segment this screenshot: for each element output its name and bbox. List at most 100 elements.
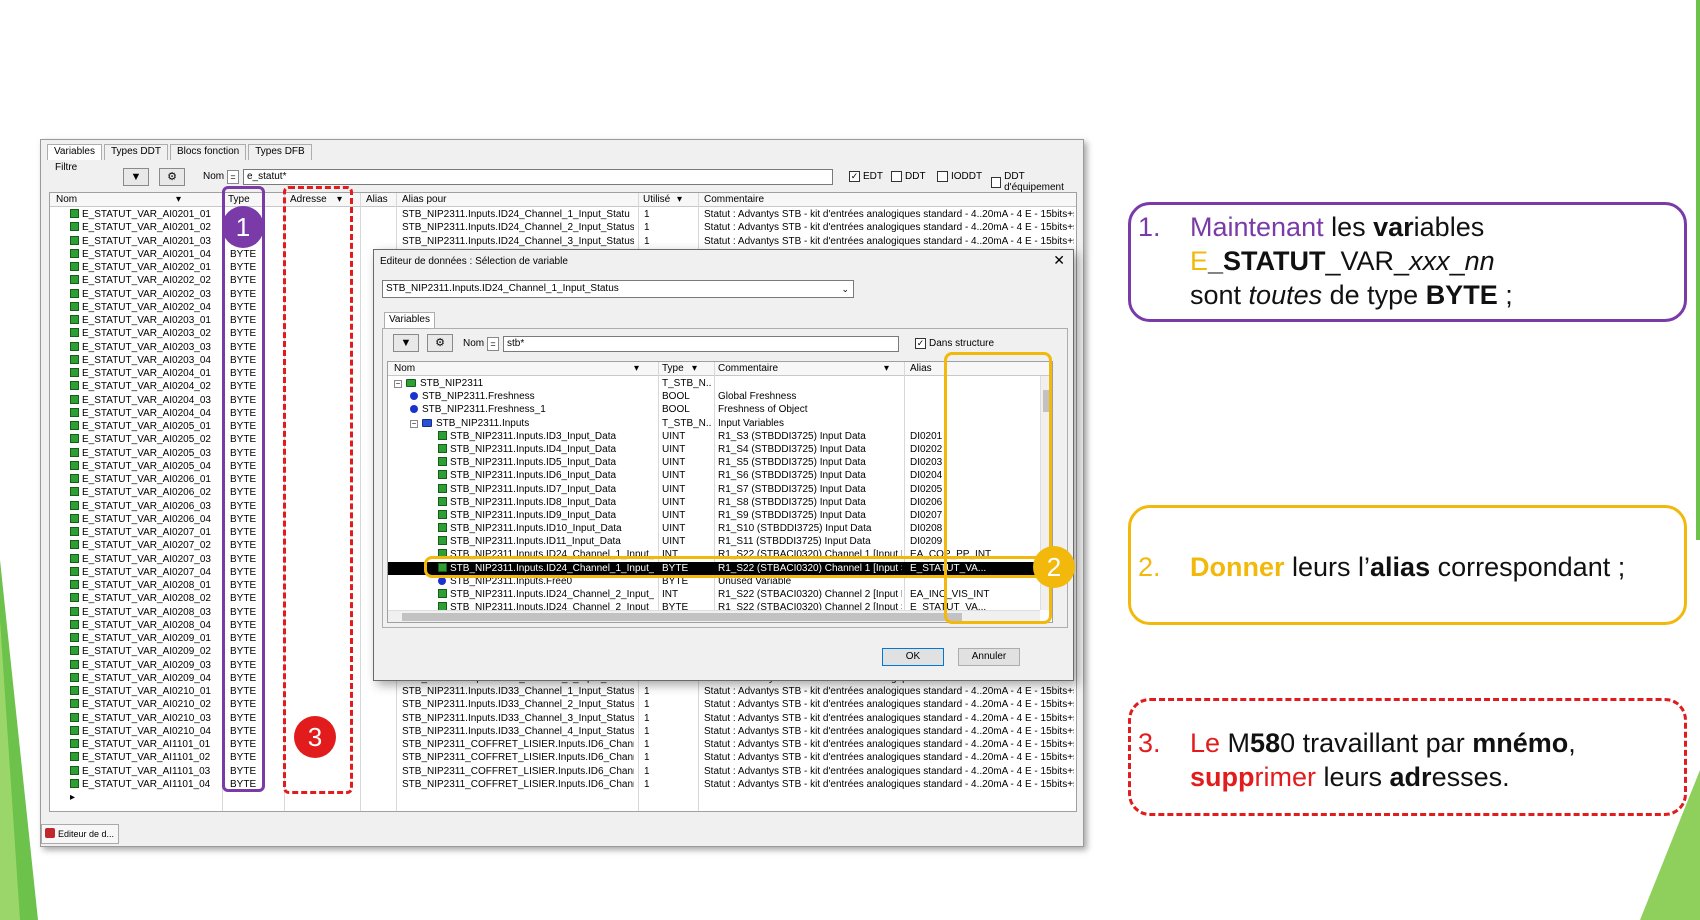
table-row[interactable]: E_STATUT_VAR_AI0201_03BYTESTB_NIP2311.In… (50, 235, 1076, 248)
close-icon[interactable]: ✕ (1053, 252, 1065, 269)
dcol-type-sort-icon[interactable]: ▾ (692, 363, 697, 374)
filter-funnel-button[interactable]: ▼ (123, 168, 149, 186)
chevron-down-icon[interactable]: ⌄ (841, 281, 849, 297)
dcol-nom-sort-icon[interactable]: ▾ (634, 363, 639, 374)
dialog-filter-options-button[interactable]: ⚙ (427, 334, 453, 352)
variable-icon (70, 301, 79, 311)
dialog-row[interactable]: STB_NIP2311.Inputs.ID24_Channel_2_Input_… (388, 588, 1040, 601)
dialog-row[interactable]: STB_NIP2311.Inputs.ID9_Input_Data UINT R1_… (388, 509, 1040, 522)
table-row[interactable]: E_STATUT_VAR_AI0201_02BYTESTB_NIP2311.In… (50, 221, 1076, 234)
dcell-commentaire: Freshness of Object (718, 404, 808, 416)
variable-icon (70, 248, 79, 258)
tab-types-ddt[interactable]: Types DDT (103, 144, 168, 160)
horizontal-scroll-thumb[interactable] (402, 613, 962, 621)
dialog-row[interactable]: STB_NIP2311.Inputs.ID5_Input_Data UINT R1_… (388, 456, 1040, 469)
col-commentaire[interactable]: Commentaire (704, 194, 764, 205)
variable-icon (70, 606, 79, 616)
table-row[interactable]: E_STATUT_VAR_AI1101_04 BYTE STB_NIP2311_CO… (50, 778, 1076, 791)
ok-button[interactable]: OK (882, 648, 944, 666)
dialog-row[interactable]: − STB_NIP2311.Inputs T_STB_N... Input Varia… (388, 417, 1040, 430)
dialog-row[interactable]: STB_NIP2311.Inputs.ID8_Input_Data UINT R1_… (388, 496, 1040, 509)
dialog-equals-operator[interactable]: = (487, 337, 499, 351)
note-3-number: 3. (1138, 728, 1161, 758)
cell-nom: E_STATUT_VAR_AI0210_03 (70, 712, 220, 725)
checkbox-ddt-equipement-box[interactable] (991, 176, 1002, 188)
table-row[interactable]: E_STATUT_VAR_AI0210_04 BYTE STB_NIP2311.In… (50, 725, 1076, 738)
cancel-button[interactable]: Annuler (958, 648, 1020, 666)
table-row[interactable]: E_STATUT_VAR_AI1101_01 BYTE STB_NIP2311_CO… (50, 738, 1076, 751)
dialog-filter-funnel-button[interactable]: ▼ (393, 334, 419, 352)
dcol-type[interactable]: Type (662, 363, 684, 374)
checkbox-edt[interactable]: ✓ EDT (849, 171, 883, 182)
cell-nom-text: E_STATUT_VAR_AI0203_01 (82, 315, 211, 326)
new-row-marker[interactable]: ▸ (50, 791, 1076, 804)
dcell-type: UINT (662, 509, 686, 521)
filter-options-button[interactable]: ⚙ (159, 168, 185, 186)
name-filter-input[interactable]: e_statut* (243, 169, 833, 185)
collapse-icon[interactable]: − (410, 419, 418, 428)
tab-blocs-fonction[interactable]: Blocs fonction (169, 144, 247, 160)
dcell-nom: − STB_NIP2311.Inputs (410, 417, 654, 430)
tab-variables[interactable]: Variables (47, 144, 102, 160)
checkbox-ddt-box[interactable] (891, 171, 902, 182)
dialog-title: Editeur de données : Sélection de variab… (380, 256, 568, 267)
dialog-row[interactable]: STB_NIP2311.Inputs.ID3_Input_Data UINT R1_… (388, 430, 1040, 443)
cell-nom: E_STATUT_VAR_AI0208_03 (70, 606, 220, 619)
cell-nom-text: E_STATUT_VAR_AI0206_01 (82, 474, 211, 485)
cell-nom: E_STATUT_VAR_AI0206_02 (70, 486, 220, 499)
type-column-highlight (222, 186, 265, 792)
selected-variable-combo[interactable]: STB_NIP2311.Inputs.ID24_Channel_1_Input_… (382, 280, 854, 298)
cell-nom: E_STATUT_VAR_AI0209_04 (70, 672, 220, 685)
collapse-icon[interactable]: − (394, 380, 402, 388)
col-nom-sort-icon[interactable]: ▾ (176, 194, 181, 205)
table-row[interactable]: E_STATUT_VAR_AI0210_01 BYTE STB_NIP2311.In… (50, 685, 1076, 698)
checkbox-ddt-equipement[interactable]: DDT d'équipement (991, 171, 1079, 193)
table-row[interactable]: E_STATUT_VAR_AI0201_01BYTESTB_NIP2311.In… (50, 208, 1076, 221)
dialog-row[interactable]: STB_NIP2311.Freshness_1 BOOL Freshness of … (388, 403, 1040, 416)
dialog-row[interactable]: STB_NIP2311.Inputs.ID11_Input_Data UINT R1… (388, 535, 1040, 548)
checkbox-edt-box[interactable]: ✓ (849, 171, 860, 182)
table-row[interactable]: E_STATUT_VAR_AI0210_03 BYTE STB_NIP2311.In… (50, 712, 1076, 725)
dialog-horizontal-scrollbar[interactable] (388, 610, 1040, 622)
dialog-name-filter-input[interactable]: stb* (503, 336, 899, 352)
checkbox-ddt[interactable]: DDT (891, 171, 926, 182)
status-tab-data-editor[interactable]: Editeur de d... (41, 824, 119, 844)
dcell-commentaire: R1_S6 (STBDDI3725) Input Data (718, 470, 866, 482)
cell-nom: E_STATUT_VAR_AI0201_01 (70, 208, 220, 221)
cell-nom-text: E_STATUT_VAR_AI0201_04 (82, 248, 211, 260)
dialog-row[interactable]: STB_NIP2311.Inputs.ID6_Input_Data UINT R1_… (388, 469, 1040, 482)
cell-nom-text: E_STATUT_VAR_AI0209_01 (82, 633, 211, 644)
dcol-alias[interactable]: Alias (910, 363, 932, 374)
col-utilise-sort-icon[interactable]: ▾ (677, 194, 682, 205)
dcol-nom[interactable]: Nom (394, 363, 415, 374)
col-alias-pour[interactable]: Alias pour (402, 194, 446, 205)
equals-operator[interactable]: = (227, 170, 239, 184)
dialog-row[interactable]: STB_NIP2311.Inputs.ID7_Input_Data UINT R1_… (388, 483, 1040, 496)
note-3: 3. Le M580 travaillant par mnémo, suppri… (1138, 726, 1678, 806)
col-nom[interactable]: Nom (56, 194, 77, 205)
dcell-nom-text: STB_NIP2311.Inputs.ID7_Input_Data (450, 483, 617, 495)
checkbox-dans-structure-box[interactable]: ✓ (915, 338, 926, 349)
checkbox-dans-structure[interactable]: ✓ Dans structure (915, 338, 994, 349)
dialog-row[interactable]: − STB_NIP2311 T_STB_N... (388, 377, 1040, 390)
cell-nom: E_STATUT_VAR_AI0208_02 (70, 592, 220, 605)
dialog-row[interactable]: STB_NIP2311.Inputs.ID4_Input_Data UINT R1_… (388, 443, 1040, 456)
dcell-commentaire: R1_S8 (STBDDI3725) Input Data (718, 496, 866, 508)
dialog-row[interactable]: STB_NIP2311.Freshness BOOL Global Freshnes… (388, 390, 1040, 403)
cell-alias-pour: STB_NIP2311.Inputs.ID33_Channel_3_Input_… (402, 712, 634, 724)
table-row[interactable]: E_STATUT_VAR_AI1101_02 BYTE STB_NIP2311_CO… (50, 751, 1076, 764)
tab-types-dfb[interactable]: Types DFB (248, 144, 312, 160)
table-row[interactable]: E_STATUT_VAR_AI0210_02 BYTE STB_NIP2311.In… (50, 698, 1076, 711)
checkbox-ioddt[interactable]: IODDT (937, 171, 982, 182)
dialog-row[interactable]: STB_NIP2311.Inputs.ID10_Input_Data UINT R1… (388, 522, 1040, 535)
col-utilise[interactable]: Utilisé (643, 194, 670, 205)
col-alias[interactable]: Alias (366, 194, 388, 205)
table-row[interactable]: E_STATUT_VAR_AI1101_03 BYTE STB_NIP2311_CO… (50, 765, 1076, 778)
dcell-nom: STB_NIP2311.Inputs.ID6_Input_Data (426, 469, 654, 482)
dcol-commentaire-sort-icon[interactable]: ▾ (884, 363, 889, 374)
checkbox-ioddt-box[interactable] (937, 171, 948, 182)
cell-nom-text: E_STATUT_VAR_AI0202_04 (82, 301, 211, 313)
dcol-commentaire[interactable]: Commentaire (718, 363, 778, 374)
cell-utilise: 1 (644, 699, 650, 711)
dialog-tab-variables[interactable]: Variables (384, 312, 435, 328)
